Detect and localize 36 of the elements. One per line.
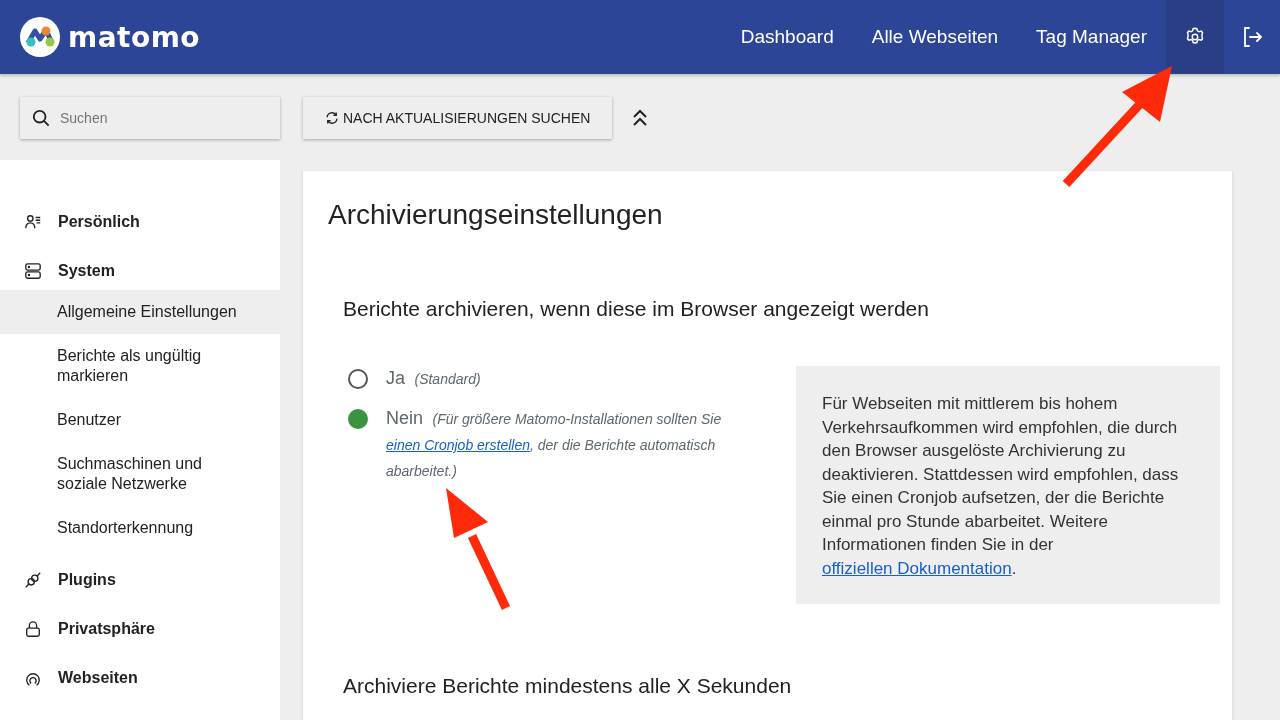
person-icon [24, 213, 42, 231]
sidebar-item[interactable]: Berichte als ungültig markieren [0, 334, 280, 398]
plug-icon [24, 571, 42, 589]
option-label[interactable]: Ja (Standard) [386, 366, 768, 392]
sidebar-item[interactable]: Standorterkennung [0, 506, 280, 550]
search-input[interactable]: Suchen [58, 109, 242, 127]
nav-link[interactable]: Dashboard [721, 0, 853, 74]
option-label[interactable]: Nein (Für größere Matomo-Installationen sollten Sie einen Cronjob erstellen, der die Berichte automatisch abarbeitet.) [386, 406, 768, 484]
section-heading: Archiviere Berichte mindestens alle X Sekunden [343, 674, 793, 698]
cronjob-link[interactable]: einen Cronjob erstellen [386, 437, 530, 453]
collapse-icon[interactable] [632, 109, 649, 127]
lock-icon [24, 620, 42, 638]
sidebar-item[interactable]: Benutzer [0, 398, 280, 442]
documentation-link[interactable]: offiziellen Dokumentation [822, 558, 1012, 578]
radio-button[interactable] [348, 409, 368, 429]
page-title: Archivierungseinstellungen [328, 199, 664, 231]
radio-button[interactable] [348, 369, 368, 389]
settings-button[interactable] [1166, 0, 1224, 74]
refresh-icon [325, 111, 339, 125]
search-icon [32, 109, 50, 127]
check-updates-button[interactable]: NACH AKTUALISIERUNGEN SUCHEN [303, 97, 613, 139]
sidebar-section[interactable]: Privatsphäre [0, 610, 280, 648]
logo-icon [20, 17, 60, 57]
server-icon [24, 262, 42, 280]
nav-link[interactable]: Alle Webseiten [852, 0, 1018, 74]
sidebar-section[interactable]: Plugins [0, 561, 280, 599]
sidebar-section[interactable]: System [0, 252, 280, 290]
search-field[interactable]: Suchen [20, 97, 280, 139]
sidebar-section[interactable]: Webseiten [0, 659, 280, 697]
logo-text: matomo [68, 20, 201, 54]
sidebar-section[interactable]: Persönlich [0, 203, 280, 241]
sidebar-item[interactable]: Allgemeine Einstellungen [0, 290, 280, 334]
nav-link[interactable]: Tag Manager [1017, 0, 1166, 74]
info-text: Für Webseiten mit mittlerem bis hohem Verkehrsaufkommen wird empfohlen, die durch den Browser ausgelöste Archivierung zu deaktivieren. Stattdessen wird empfohlen, dass Sie einen Cronjob aufsetzen, der die Berichte einmal pro Stunde abarbeitet. Weitere Informationen finden Sie in der offiziellen Dokumentation. [822, 393, 1180, 580]
section-heading: Berichte archivieren, wenn diese im Browser angezeigt werden [343, 297, 930, 321]
sidebar-item[interactable]: Suchmaschinen und soziale Netzwerke [0, 442, 280, 506]
